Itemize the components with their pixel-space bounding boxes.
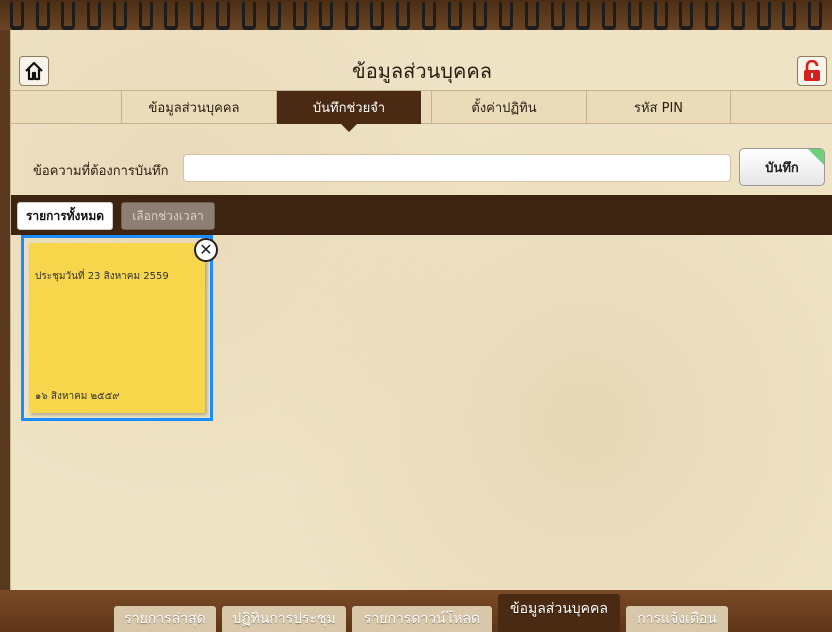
binder-ring	[318, 2, 333, 30]
binder-rings	[0, 0, 832, 30]
note-date: ๑๖ สิงหาคม ๒๕๕๙	[35, 391, 120, 402]
binder-ring	[61, 2, 76, 30]
all-items-button[interactable]: รายการทั้งหมด	[17, 202, 113, 230]
lock-button[interactable]	[797, 56, 827, 86]
bottom-tab-personal-info[interactable]: ข้อมูลส่วนบุคคล	[498, 594, 620, 632]
binder-ring	[112, 2, 127, 30]
home-button[interactable]	[19, 56, 49, 86]
tab-calendar-settings[interactable]: ตั้งค่าปฏิทิน	[431, 91, 576, 124]
binder-ring	[550, 2, 565, 30]
page-header: ข้อมูลส่วนบุคคล	[11, 54, 832, 88]
filter-bar: รายการทั้งหมด เลือกช่วงเวลา	[11, 195, 832, 235]
notebook-page: ข้อมูลส่วนบุคคล ข้อมูลส่วนบุคคล บันทึกช่…	[10, 30, 832, 590]
bottom-tab-notifications[interactable]: การแจ้งเตือน	[626, 606, 728, 632]
binder-ring	[421, 2, 436, 30]
close-icon[interactable]: ✕	[194, 238, 218, 262]
binder-ring	[602, 2, 617, 30]
binder-ring	[293, 2, 308, 30]
binder-ring	[164, 2, 179, 30]
tab-label: ตั้งค่าปฏิทิน	[471, 101, 537, 116]
memo-input[interactable]	[183, 154, 731, 182]
binder-ring	[782, 2, 797, 30]
sticky-note[interactable]: ประชุมวันที่ 23 สิงหาคม 2559 ๑๖ สิงหาคม …	[29, 243, 205, 413]
bottom-tab-label: ข้อมูลส่วนบุคคล	[510, 601, 608, 617]
binder-ring	[499, 2, 514, 30]
select-range-label: เลือกช่วงเวลา	[132, 208, 204, 223]
save-button[interactable]: บันทึก	[739, 148, 825, 186]
binder-ring	[679, 2, 694, 30]
selected-note-frame: ประชุมวันที่ 23 สิงหาคม 2559 ๑๖ สิงหาคม …	[21, 235, 218, 421]
binder-ring	[653, 2, 668, 30]
binder-ring	[447, 2, 462, 30]
select-range-button[interactable]: เลือกช่วงเวลา	[121, 202, 215, 230]
binder-ring	[138, 2, 153, 30]
binder-ring	[35, 2, 50, 30]
save-button-label: บันทึก	[765, 160, 799, 176]
binder-ring	[87, 2, 102, 30]
tab-personal-info[interactable]: ข้อมูลส่วนบุคคล	[121, 91, 266, 124]
home-icon	[25, 61, 43, 81]
binder-ring	[576, 2, 591, 30]
binder-ring	[396, 2, 411, 30]
binder-ring	[370, 2, 385, 30]
unlock-icon	[804, 60, 820, 81]
corner-badge	[808, 149, 824, 165]
binder-ring	[705, 2, 720, 30]
bottom-tab-label: การแจ้งเตือน	[637, 611, 717, 627]
binder-ring	[524, 2, 539, 30]
tab-label: ข้อมูลส่วนบุคคล	[148, 101, 240, 116]
bottom-tab-meeting-calendar[interactable]: ปฏิทินการประชุม	[222, 606, 346, 632]
binder-ring	[267, 2, 282, 30]
binder-ring	[9, 2, 24, 30]
page-title: ข้อมูลส่วนบุคคล	[352, 59, 492, 83]
tab-label: รหัส PIN	[633, 101, 684, 116]
bottom-tab-label: รายการล่าสุด	[124, 611, 206, 627]
bottom-nav: รายการล่าสุด ปฏิทินการประชุม รายการดาวน์…	[0, 590, 832, 632]
all-items-label: รายการทั้งหมด	[25, 208, 105, 223]
binder-ring	[808, 2, 823, 30]
binder-ring	[473, 2, 488, 30]
tab-label: บันทึกช่วยจำ	[312, 101, 386, 116]
binder-ring	[730, 2, 745, 30]
binder-ring	[627, 2, 642, 30]
binder-ring	[190, 2, 205, 30]
binder-ring	[215, 2, 230, 30]
bottom-tab-downloads[interactable]: รายการดาวน์โหลด	[352, 606, 492, 632]
bottom-tab-label: รายการดาวน์โหลด	[363, 611, 481, 627]
section-tabs: ข้อมูลส่วนบุคคล บันทึกช่วยจำ ตั้งค่าปฏิท…	[11, 90, 832, 132]
bottom-tab-label: ปฏิทินการประชุม	[232, 611, 336, 627]
bottom-tab-latest[interactable]: รายการล่าสุด	[114, 606, 216, 632]
tab-memo[interactable]: บันทึกช่วยจำ	[276, 91, 421, 132]
binder-ring	[756, 2, 771, 30]
binder-ring	[241, 2, 256, 30]
memo-label: ข้อความที่ต้องการบันทึก	[33, 164, 169, 179]
note-text: ประชุมวันที่ 23 สิงหาคม 2559	[35, 271, 169, 282]
tab-pin[interactable]: รหัส PIN	[586, 91, 731, 124]
binder-ring	[344, 2, 359, 30]
